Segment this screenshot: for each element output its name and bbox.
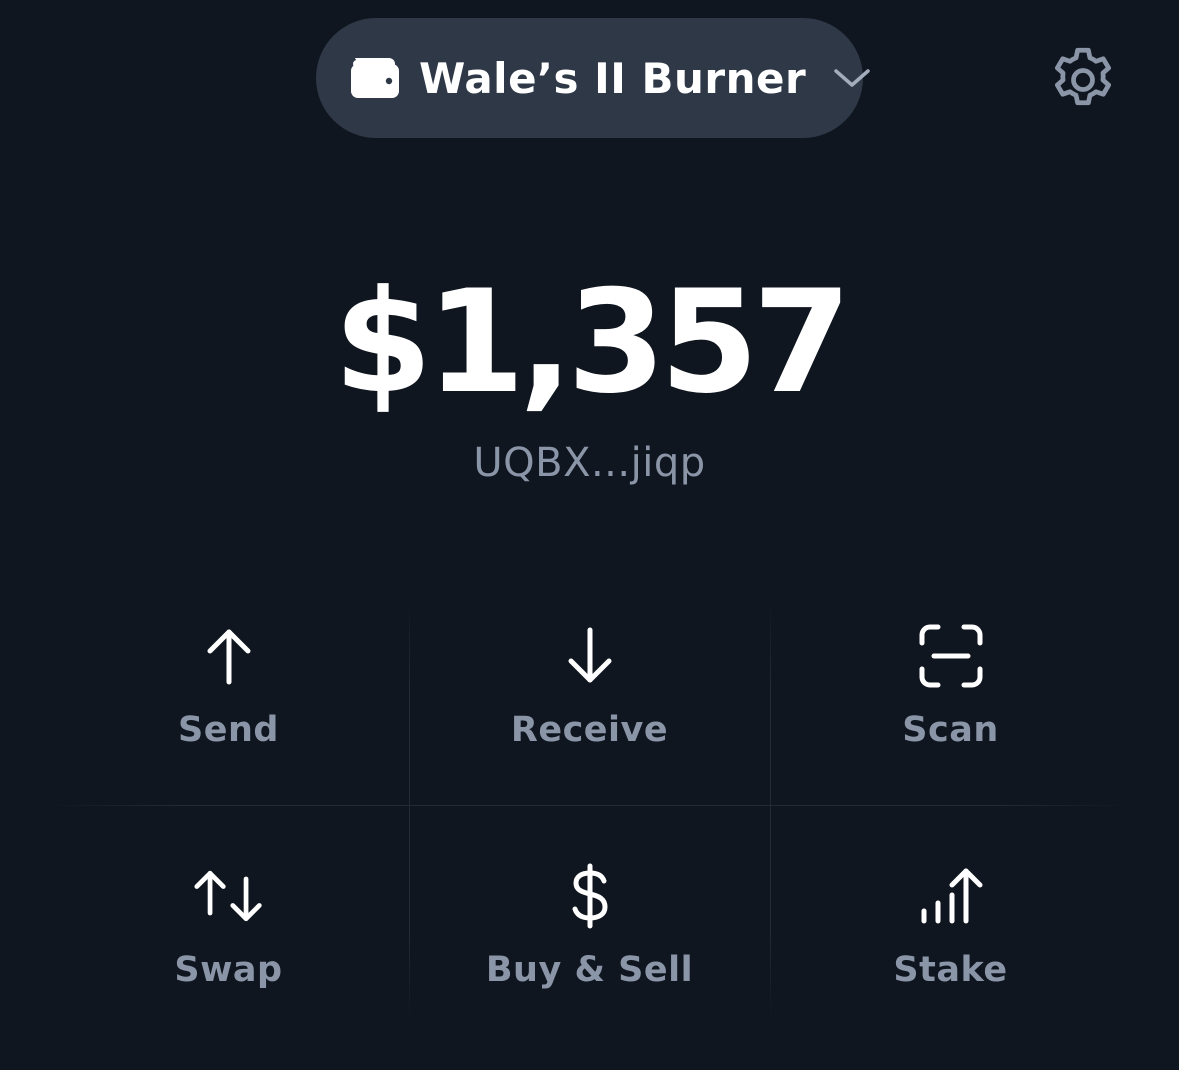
- receive-button[interactable]: Receive: [409, 600, 770, 805]
- grid-divider-horizontal: [48, 805, 1131, 806]
- swap-button[interactable]: Swap: [48, 840, 409, 1045]
- actions-grid: Send Receive Scan Swap Buy & Sell Stake: [48, 600, 1131, 1050]
- buy-sell-label: Buy & Sell: [485, 950, 694, 990]
- buy-sell-button[interactable]: Buy & Sell: [409, 840, 770, 1045]
- scan-label: Scan: [902, 710, 999, 750]
- swap-arrows-icon: [193, 860, 265, 932]
- wallet-selector-button[interactable]: Wale’s II Burner: [316, 18, 870, 138]
- send-button[interactable]: Send: [48, 600, 409, 805]
- dollar-icon: [554, 860, 626, 932]
- swap-label: Swap: [174, 950, 283, 990]
- stake-button[interactable]: Stake: [770, 840, 1131, 1045]
- wallet-icon: [349, 56, 401, 100]
- chevron-down-icon: [832, 66, 872, 90]
- gear-icon: [1054, 47, 1112, 106]
- wallet-address[interactable]: UQBX...jiqp: [0, 440, 1179, 486]
- stake-label: Stake: [893, 950, 1008, 990]
- balance-amount: $1,357: [333, 260, 852, 425]
- scan-button[interactable]: Scan: [770, 600, 1131, 805]
- stake-chart-icon: [915, 860, 987, 932]
- scan-icon: [915, 620, 987, 692]
- send-label: Send: [178, 710, 279, 750]
- wallet-name: Wale’s II Burner: [419, 53, 807, 103]
- arrow-up-icon: [193, 620, 265, 692]
- receive-label: Receive: [510, 710, 669, 750]
- settings-button[interactable]: [1045, 42, 1121, 118]
- arrow-down-icon: [554, 620, 626, 692]
